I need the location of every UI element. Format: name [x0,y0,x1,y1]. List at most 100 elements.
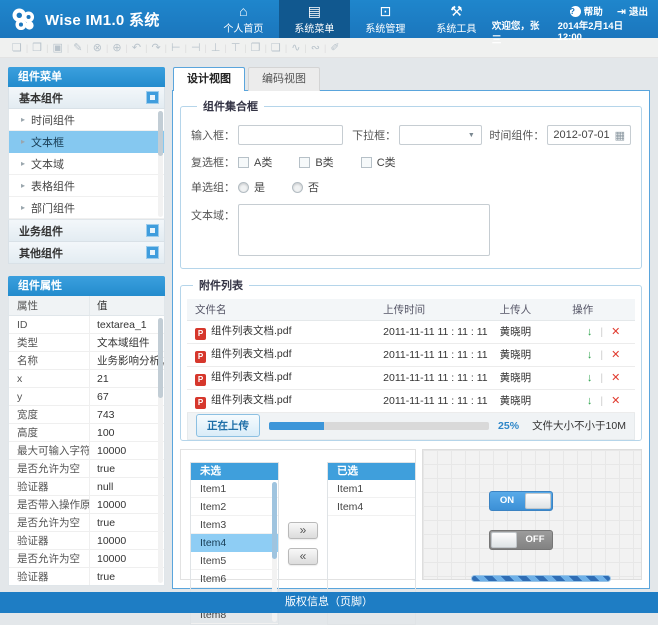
property-name: 高度 [9,425,89,440]
undo-icon[interactable]: ↶ [128,39,145,57]
export-doc-icon[interactable]: ❐ [247,39,265,57]
accordion-header-1[interactable]: 业务组件 [8,220,165,242]
component-item[interactable]: ▸文本框 [9,131,164,153]
textarea-field[interactable] [238,204,490,256]
component-item[interactable]: ▸文本域 [9,153,164,175]
user-area: ? 帮助 ⇥ 退出 欢迎您，张三 2014年2月14日 12:00 [492,0,658,38]
nav-system-menu[interactable]: ▤系统菜单 [279,0,350,38]
nav-system-manage[interactable]: ⊡系统管理 [350,0,421,38]
accordion-header-2[interactable]: 其他组件 [8,242,165,264]
delete-trash-icon[interactable]: ⊗ [89,39,106,57]
ops-divider: | [600,326,603,338]
align-right-icon[interactable]: ⊣ [187,39,205,57]
text-input[interactable] [238,125,343,145]
attachment-row: P组件列表文档.pdf2011-11-11 11 : 11 : 11黄晓明↓|✕ [187,320,635,343]
download-icon[interactable]: ↓ [587,326,593,338]
pdf-icon: P [195,328,206,340]
radio-否[interactable]: 否 [292,179,319,195]
move-left-button[interactable]: « [288,548,318,565]
ops-divider: | [600,372,603,384]
scrollbar[interactable] [158,318,163,583]
list-item[interactable]: Item4 [191,534,278,552]
property-row: 验证器null [9,478,164,496]
design-view: 组件集合框 输入框： 下拉框： ▼ 时间组件： 2012-07-01 ▦ [172,90,650,589]
property-value: 100 [89,424,164,441]
open-folder-icon[interactable]: ❒ [28,39,46,57]
calendar-icon: ▦ [615,129,625,142]
bezier-line-icon[interactable]: ∾ [307,39,324,57]
new-file-icon[interactable]: ❏ [8,39,26,57]
download-icon[interactable]: ↓ [587,372,593,384]
list-item[interactable]: Item1 [191,480,278,498]
component-item[interactable]: ▸表格组件 [9,175,164,197]
arrow-right-icon: ▸ [21,115,25,124]
properties-header-row: 属性 值 [8,296,165,316]
file-name: 组件列表文档.pdf [211,325,292,337]
date-label: 时间组件： [489,127,544,143]
radio-是[interactable]: 是 [238,179,265,195]
list-item[interactable]: Item6 [191,570,278,588]
property-row: 宽度743 [9,406,164,424]
move-right-button[interactable]: » [288,522,318,539]
file-name: 组件列表文档.pdf [211,348,292,360]
list-item[interactable]: Item2 [191,498,278,516]
selected-list-title: 已选 [328,463,415,480]
delete-icon[interactable]: ✕ [611,349,620,361]
align-left-icon[interactable]: ⊢ [167,39,185,57]
nav-home[interactable]: ⌂个人首页 [208,0,279,38]
list-item[interactable]: Item4 [328,498,415,516]
date-picker[interactable]: 2012-07-01 ▦ [547,125,631,145]
collapse-icon[interactable] [146,91,159,104]
property-value: 文本域组件 [89,334,164,351]
component-item[interactable]: ▸时间组件 [9,109,164,131]
list-item[interactable]: Item5 [191,552,278,570]
import-doc-icon[interactable]: ❑ [267,39,285,57]
file-name: 组件列表文档.pdf [211,394,292,406]
curve-line-icon[interactable]: ∿ [287,39,304,57]
checkbox-B类[interactable]: B类 [299,154,333,170]
property-name: 是否带入操作原因 [9,497,89,512]
align-bottom-icon[interactable]: ⊥ [207,39,225,57]
expand-icon[interactable] [146,224,159,237]
attachment-fieldset: 附件列表 文件名 上传时间 上传人 操作 P组件列表文档.pdf2011-11-… [180,277,642,441]
dropdown-select[interactable]: ▼ [399,125,482,145]
property-value: true [89,568,164,585]
component-collection-fieldset: 组件集合框 输入框： 下拉框： ▼ 时间组件： 2012-07-01 ▦ [180,98,642,269]
upload-time: 2011-11-11 11 : 11 : 11 [375,389,491,412]
save-icon[interactable]: ▣ [48,39,66,57]
checkbox-C类[interactable]: C类 [361,154,396,170]
delete-icon[interactable]: ✕ [611,395,620,407]
tab-design-view[interactable]: 设计视图 [173,67,245,91]
redo-icon[interactable]: ↷ [147,39,164,57]
toggle-off-switch[interactable]: OFF [489,530,553,550]
upload-percent: 25% [498,420,519,432]
logout-link[interactable]: ⇥ 退出 [617,4,648,18]
nav-system-tools[interactable]: ⚒系统工具 [421,0,492,38]
app-logo-icon [10,6,37,33]
list-item[interactable]: Item1 [328,480,415,498]
list-item[interactable]: Item3 [191,516,278,534]
checkbox-A类[interactable]: A类 [238,154,272,170]
arrow-right-icon: ▸ [21,181,25,190]
pencil-icon[interactable]: ✐ [326,39,343,57]
tab-code-view[interactable]: 编码视图 [248,67,320,91]
help-link[interactable]: ? 帮助 [570,4,603,18]
publish-globe-icon[interactable]: ⊕ [108,39,125,57]
expand-icon[interactable] [146,246,159,259]
date-value: 2012-07-01 [553,129,609,141]
pdf-icon: P [195,397,206,409]
scrollbar[interactable] [158,111,163,217]
sidebar: 组件菜单 基本组件▸时间组件▸文本框▸文本域▸表格组件▸部门组件业务组件其他组件… [8,67,165,586]
accordion-header-0[interactable]: 基本组件 [8,87,165,109]
upload-status-row: 正在上传 25% 文件大小不小于10M [187,413,635,440]
toggle-on-switch[interactable]: ON [489,491,553,511]
checkbox-icon [361,157,372,168]
download-icon[interactable]: ↓ [587,349,593,361]
download-icon[interactable]: ↓ [587,395,593,407]
align-top-icon[interactable]: ⊤ [227,39,245,57]
uploading-button[interactable]: 正在上传 [196,414,260,437]
edit-icon[interactable]: ✎ [69,39,86,57]
delete-icon[interactable]: ✕ [611,326,620,338]
delete-icon[interactable]: ✕ [611,372,620,384]
component-item[interactable]: ▸部门组件 [9,197,164,219]
